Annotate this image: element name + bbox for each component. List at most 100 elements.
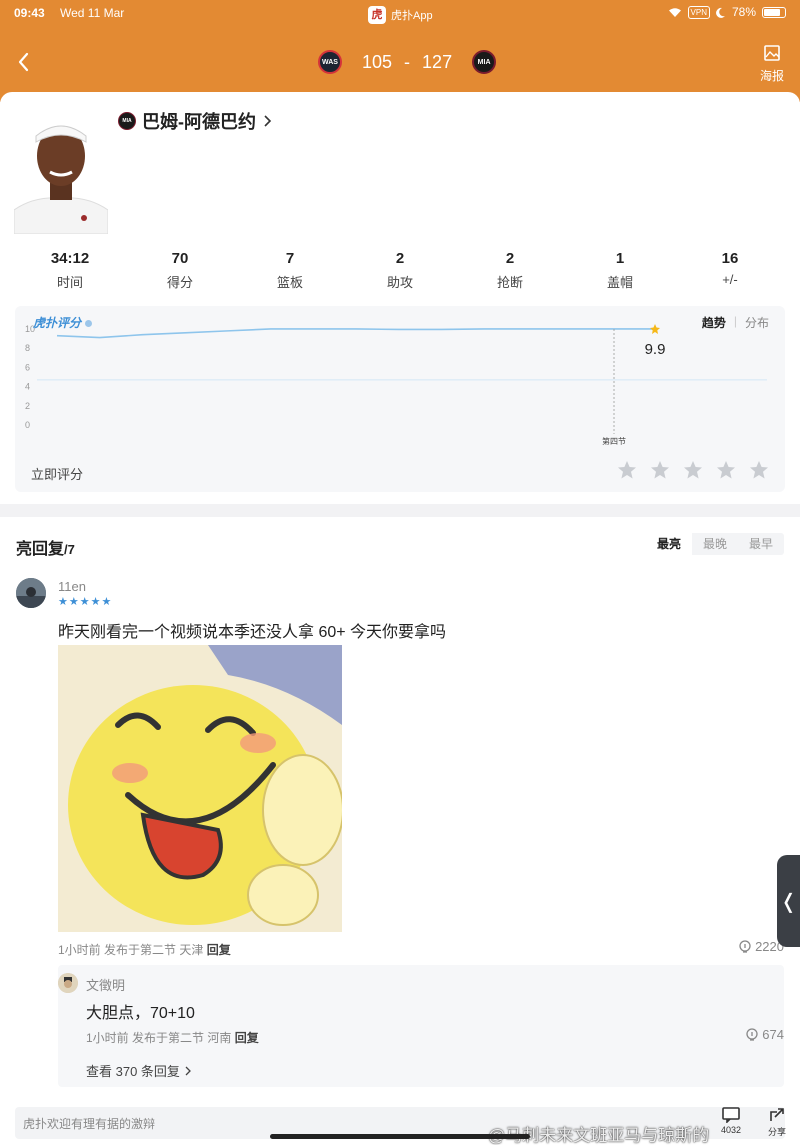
tab-distribution[interactable]: 分布 (745, 314, 769, 331)
commenter-username[interactable]: 11en (58, 579, 86, 594)
rating-view-tabs: 趋势 | 分布 (702, 314, 769, 331)
share-button[interactable]: 分享 (762, 1107, 792, 1138)
y-tick-label: 8 (25, 343, 30, 353)
star-icon[interactable] (749, 460, 769, 480)
poster-button[interactable]: 海报 (760, 44, 784, 84)
stat-assists: 2 助攻 (345, 250, 455, 291)
wifi-icon (668, 7, 681, 17)
star-icon: ★ (58, 596, 68, 608)
comment-meta: 1小时前 发布于第二节 天津 回复 (58, 941, 231, 958)
sort-tab-hottest[interactable]: 最亮 (646, 533, 692, 555)
stat-value: 70 (171, 250, 189, 267)
back-arrow-icon[interactable] (14, 50, 34, 74)
sub-light-button[interactable]: 674 (745, 1027, 784, 1042)
star-icon[interactable] (716, 460, 736, 480)
stat-label: 盖帽 (606, 275, 633, 290)
sub-reply-username[interactable]: 文徵明 (86, 975, 125, 994)
quoted-reply: 文徵明 大胆点，70+10 1小时前 发布于第二节 河南 回复 674 查看 3… (58, 965, 784, 1087)
info-icon[interactable] (85, 320, 93, 327)
home-score: 105 (362, 51, 393, 72)
stat-steals: 2 抢断 (455, 250, 565, 291)
stat-value: 7 (285, 250, 295, 267)
rate-now-label: 立即评分 (31, 467, 84, 482)
score-separator: - (404, 51, 411, 72)
lightbulb-icon (739, 939, 751, 953)
stat-rebounds: 7 篮板 (235, 250, 345, 291)
comment-image[interactable] (58, 645, 342, 932)
poster-label: 海报 (759, 69, 784, 83)
stat-points: 70 得分 (125, 250, 235, 291)
heat-logo-icon[interactable]: MIA (472, 50, 497, 74)
view-more-replies-link[interactable]: 查看 370 条回复 (86, 1061, 192, 1080)
stat-plus-minus: 16 +/- (675, 250, 785, 291)
current-rating-value: 9.9 (645, 341, 666, 358)
replies-title-text: 亮回复 (16, 541, 65, 558)
player-name: 巴姆-阿德巴约 (142, 112, 256, 132)
stat-value: 1 (615, 250, 625, 267)
stat-label: 时间 (56, 275, 83, 290)
hot-replies-section: 亮回复/7 最亮 最晚 最早 11en ★ ★ ★ ★ ★ 昨天刚看完一个视频说本季还没… (0, 517, 800, 1145)
sub-light-count: 674 (762, 1027, 784, 1042)
star-icon[interactable] (650, 460, 670, 480)
star-icon: ★ (101, 596, 112, 608)
comments-count-button[interactable]: 4032 (716, 1107, 746, 1135)
commenter-avatar[interactable] (16, 578, 46, 608)
sort-tabs: 最亮 最晚 最早 (646, 533, 784, 555)
stat-label: 抢断 (496, 275, 523, 290)
commenter-rating-stars: ★ ★ ★ ★ ★ (58, 597, 111, 608)
rating-series-line (56, 328, 655, 339)
replies-count: /7 (64, 542, 75, 557)
status-date: Wed 11 Mar (60, 6, 125, 20)
sub-reply-button[interactable]: 回复 (235, 1031, 259, 1045)
rating-logo: 虎扑评分 (33, 314, 93, 331)
side-drawer-handle[interactable]: ❬ (777, 855, 800, 947)
y-tick-label: 6 (25, 362, 30, 372)
current-point-star (650, 323, 660, 334)
view-more-text: 查看 370 条回复 (86, 1064, 180, 1079)
star-icon[interactable] (617, 460, 637, 480)
comments-count: 4032 (720, 1125, 742, 1135)
player-photo[interactable] (14, 106, 108, 234)
player-card: MIA 巴姆-阿德巴约 34:12 时间 70 得分 7 篮板 2 助攻 2 抢断 1 盖帽… (0, 92, 800, 504)
quarter-marker-label: 第四节 (602, 436, 626, 446)
away-score: 127 (422, 51, 453, 72)
sub-reply-meta-text: 1小时前 发布于第二节 河南 (86, 1031, 232, 1045)
tab-separator: | (733, 314, 737, 328)
app-name: 虎扑App (391, 10, 433, 22)
stat-value: 2 (505, 250, 515, 267)
sub-reply-meta: 1小时前 发布于第二节 河南 回复 (86, 1029, 259, 1046)
replies-title: 亮回复/7 (16, 535, 75, 559)
tab-trend[interactable]: 趋势 (702, 314, 726, 331)
poster-icon (764, 45, 780, 61)
star-icon: ★ (79, 596, 90, 608)
sub-reply-avatar[interactable] (58, 973, 78, 993)
stat-minutes: 34:12 时间 (15, 250, 125, 291)
chevron-left-icon: ❬ (780, 890, 797, 913)
sort-tab-latest[interactable]: 最晚 (692, 533, 738, 555)
rating-stars (617, 460, 769, 480)
comment-meta-text: 1小时前 发布于第二节 天津 (58, 943, 204, 957)
star-icon[interactable] (683, 460, 703, 480)
sub-reply-text: 大胆点，70+10 (86, 1005, 195, 1022)
player-name-link[interactable]: MIA 巴姆-阿德巴约 (118, 108, 272, 134)
scoreboard: WAS 105 - 127 MIA (318, 50, 497, 74)
app-switcher[interactable]: 虎 虎扑App (368, 6, 433, 24)
stat-label: +/- (722, 272, 738, 287)
app-logo-icon: 虎 (368, 6, 386, 24)
reply-button[interactable]: 回复 (207, 943, 231, 957)
wizards-logo-icon[interactable]: WAS (318, 50, 342, 74)
stat-label: 助攻 (386, 275, 413, 290)
star-icon: ★ (90, 596, 101, 608)
battery-percent: 78% (731, 5, 756, 19)
comment-input-placeholder: 虎扑欢迎有理有据的激辩 (23, 1117, 156, 1131)
sort-tab-earliest[interactable]: 最早 (738, 533, 784, 555)
home-indicator[interactable] (270, 1134, 530, 1139)
stat-blocks: 1 盖帽 (565, 250, 675, 291)
status-time: 09:43 (14, 6, 45, 20)
battery-icon (762, 6, 786, 18)
lightbulb-icon (746, 1027, 758, 1041)
rating-panel: 10 8 6 4 2 0 第四节 9.9 虎扑评分 趋势 | 分布 立即评分 (15, 306, 785, 492)
star-icon: ★ (68, 596, 79, 608)
y-tick-label: 0 (25, 420, 30, 430)
y-tick-label: 4 (25, 382, 30, 392)
